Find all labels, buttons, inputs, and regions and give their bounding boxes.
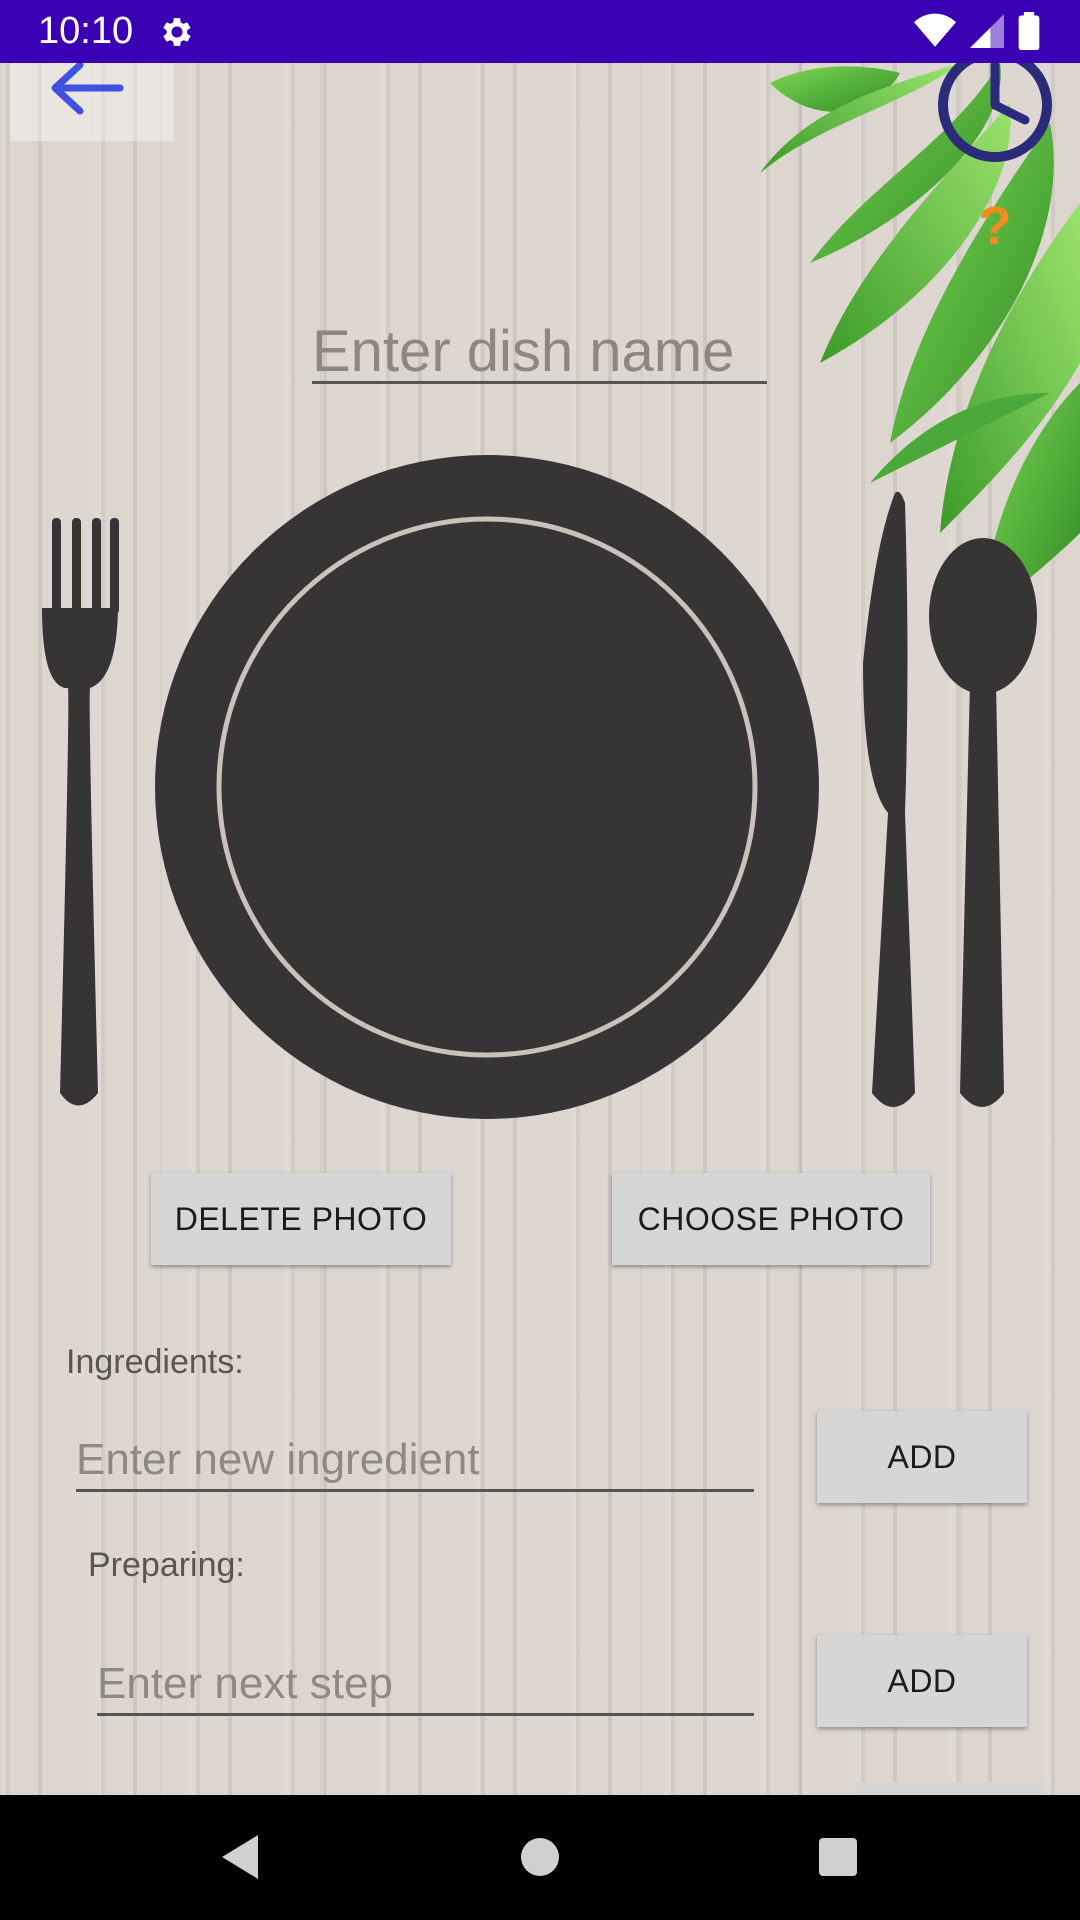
- preparing-label: Preparing:: [88, 1546, 245, 1584]
- ingredients-label: Ingredients:: [66, 1343, 244, 1381]
- recipe-editor: ? DELETE PHOTO CHOOSE PHOTO Ingredients:…: [0, 63, 1080, 1795]
- status-bar: 10:10: [0, 0, 1080, 63]
- home-circle-icon[interactable]: [510, 1827, 570, 1887]
- choose-photo-button[interactable]: CHOOSE PHOTO: [612, 1173, 930, 1265]
- knife-shape: [863, 491, 915, 1107]
- partially-visible-button[interactable]: [856, 1782, 1046, 1795]
- delete-photo-button[interactable]: DELETE PHOTO: [151, 1173, 451, 1265]
- signal-icon: [970, 14, 1004, 48]
- back-triangle-icon[interactable]: [210, 1827, 270, 1887]
- plate-shape: [155, 455, 819, 1119]
- add-step-button[interactable]: ADD: [817, 1635, 1027, 1727]
- step-input[interactable]: [97, 1655, 754, 1716]
- battery-icon: [1018, 12, 1040, 50]
- status-time: 10:10: [38, 10, 134, 52]
- recents-square-icon[interactable]: [808, 1827, 868, 1887]
- wifi-icon: [914, 13, 956, 47]
- navigation-bar: [0, 1795, 1080, 1920]
- ingredient-input[interactable]: [76, 1431, 754, 1492]
- spoon-shape: [929, 538, 1037, 1107]
- gear-icon: [163, 18, 191, 46]
- fork-shape: [42, 518, 119, 1106]
- status-indicators: [914, 12, 1040, 50]
- add-ingredient-button[interactable]: ADD: [817, 1411, 1027, 1503]
- dish-photo[interactable]: [0, 63, 1080, 1163]
